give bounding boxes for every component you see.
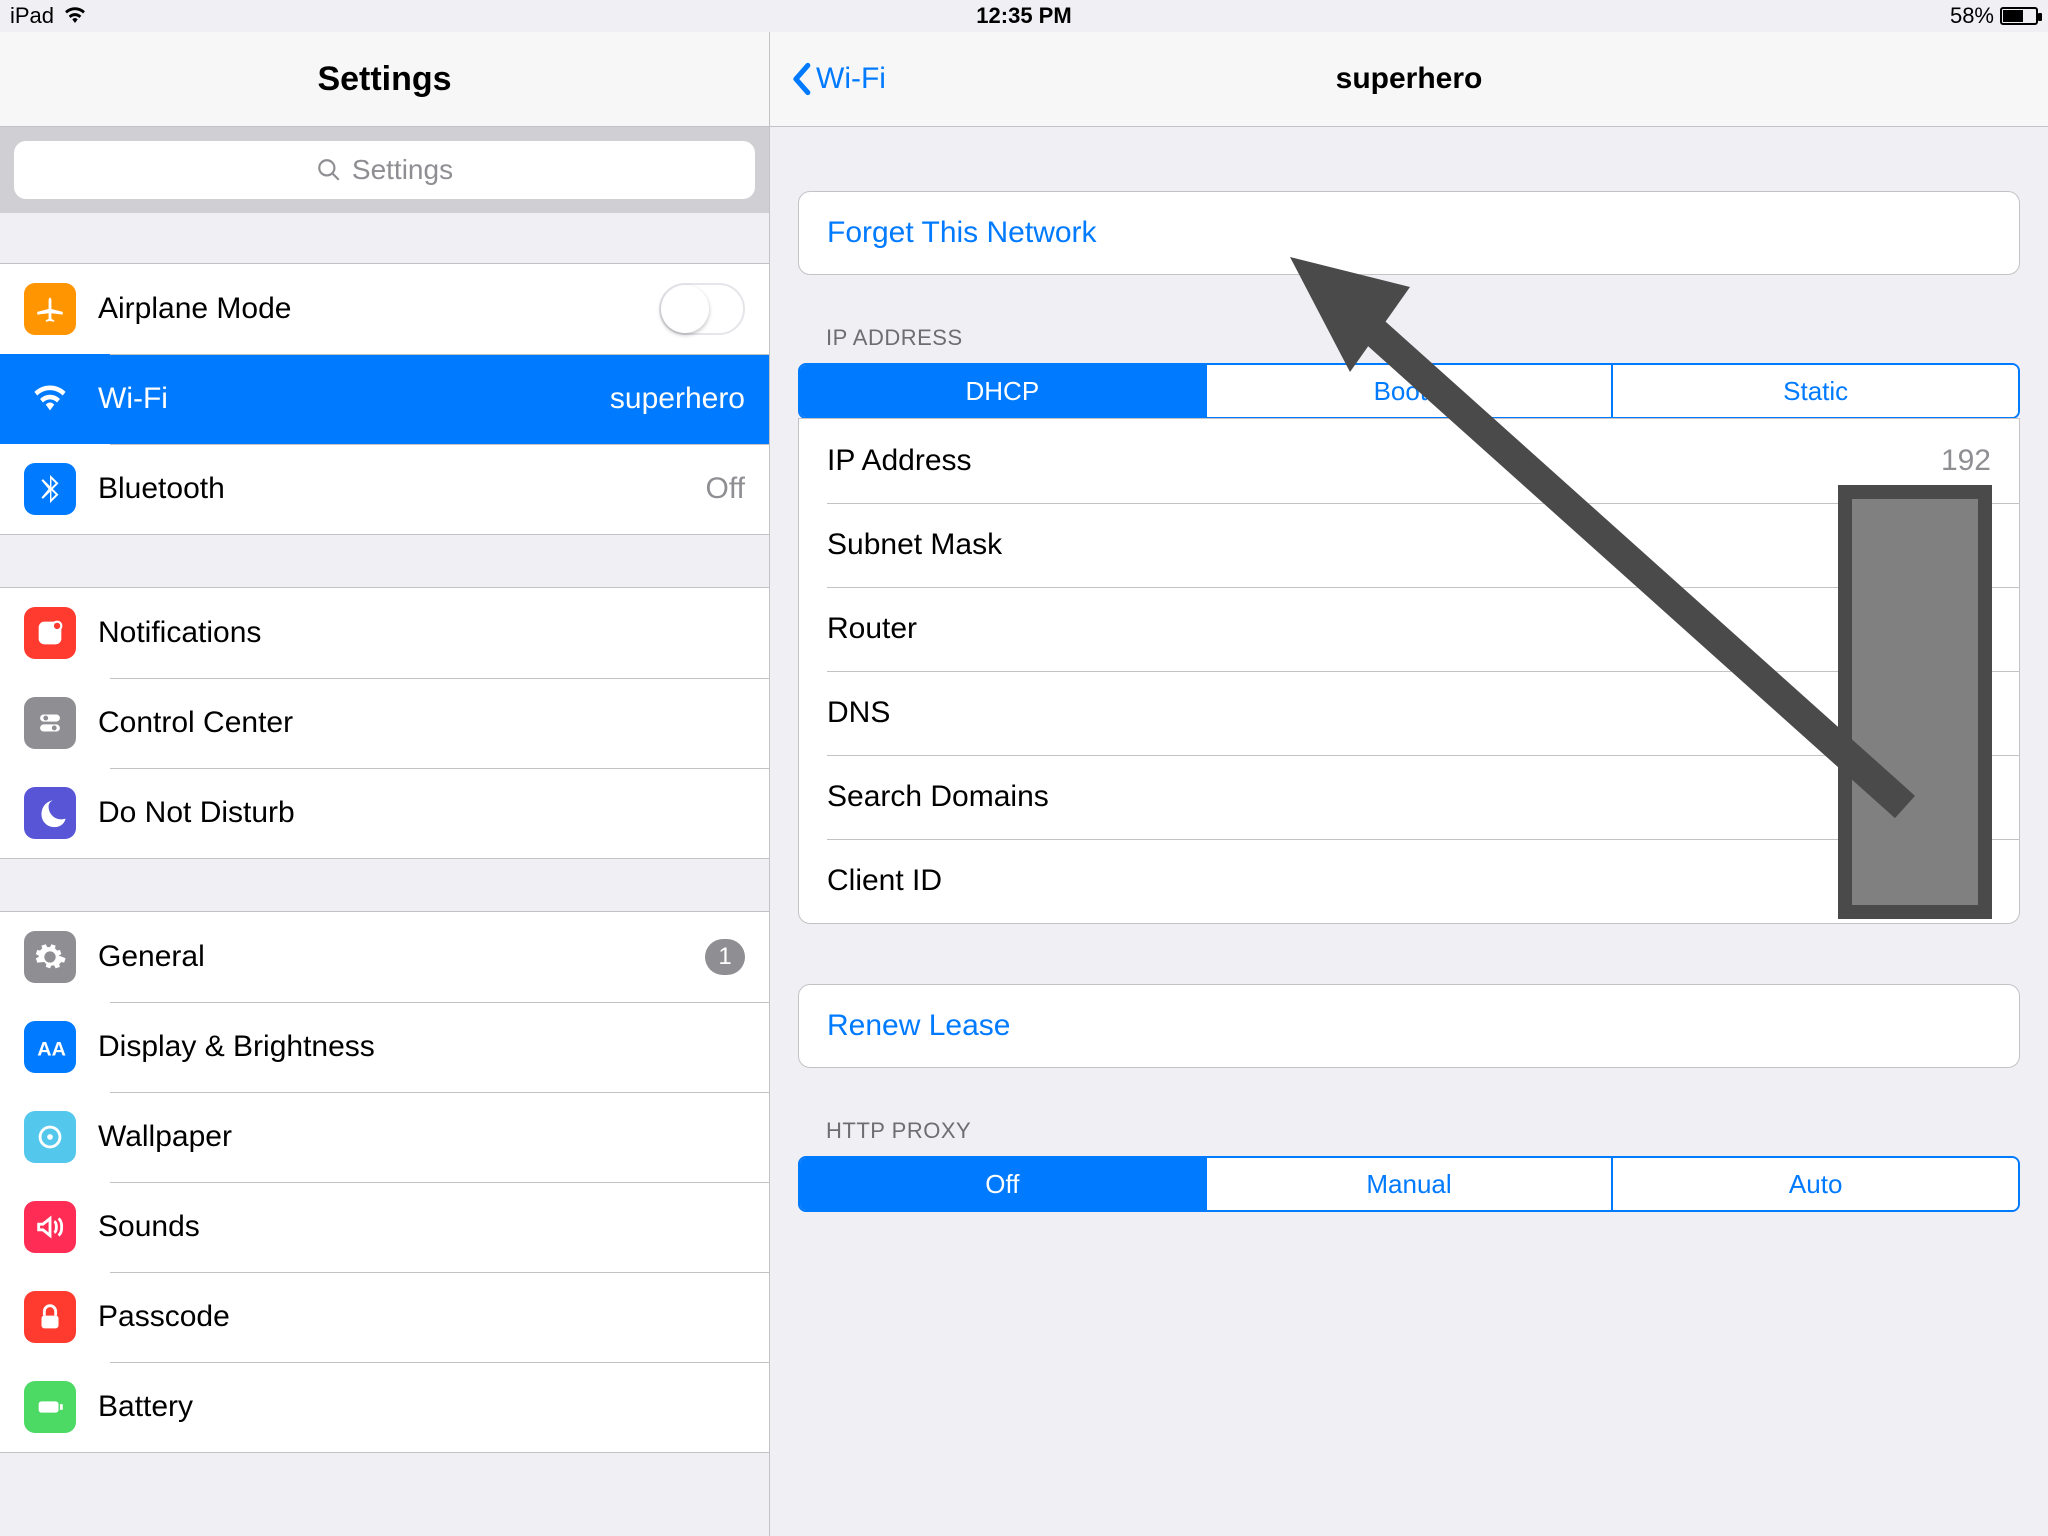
airplane-icon [24, 283, 76, 335]
sidebar-item-label: Wallpaper [98, 1120, 745, 1154]
lock-icon [24, 1291, 76, 1343]
dns-row[interactable]: DNS19 [799, 671, 2019, 755]
ip-mode-segmented[interactable]: DHCP BootP Static [798, 363, 2020, 419]
seg-bootp[interactable]: BootP [1205, 365, 1612, 417]
clock: 12:35 PM [976, 3, 1071, 29]
sidebar-item-wallpaper[interactable]: Wallpaper [0, 1092, 769, 1182]
sidebar-item-label: Control Center [98, 706, 745, 740]
sidebar-item-label: Sounds [98, 1210, 745, 1244]
detail-title: superhero [1336, 62, 1483, 96]
speaker-icon [24, 1201, 76, 1253]
back-label: Wi-Fi [816, 62, 886, 96]
control-center-icon [24, 697, 76, 749]
status-bar: iPad 12:35 PM 58% [0, 0, 2048, 32]
general-badge: 1 [705, 939, 745, 975]
sidebar-item-label: Airplane Mode [98, 292, 637, 326]
seg-proxy-auto[interactable]: Auto [1611, 1158, 2018, 1210]
seg-dhcp[interactable]: DHCP [800, 365, 1205, 417]
battery-icon [2000, 7, 2038, 25]
sidebar-item-passcode[interactable]: Passcode [0, 1272, 769, 1362]
ip-address-header: IP ADDRESS [798, 275, 2020, 363]
sidebar-item-wifi[interactable]: Wi-Fi superhero [0, 354, 769, 444]
detail-pane: Wi-Fi superhero Forget This Network IP A… [770, 32, 2048, 1536]
sidebar-item-battery[interactable]: Battery [0, 1362, 769, 1452]
device-label: iPad [10, 3, 54, 29]
sidebar-item-notifications[interactable]: Notifications [0, 588, 769, 678]
search-placeholder: Settings [352, 154, 453, 186]
sidebar-item-label: General [98, 940, 683, 974]
bluetooth-value: Off [706, 472, 745, 506]
moon-icon [24, 787, 76, 839]
wifi-status-icon [64, 3, 86, 29]
gear-icon [24, 931, 76, 983]
search-input[interactable]: Settings [14, 141, 755, 199]
detail-header: Wi-Fi superhero [770, 32, 2048, 127]
svg-text:AA: AA [37, 1039, 66, 1061]
airplane-toggle[interactable] [659, 283, 745, 335]
forget-network-button[interactable]: Forget This Network [799, 192, 2019, 274]
wifi-icon [24, 373, 76, 425]
display-icon: AA [24, 1021, 76, 1073]
notifications-icon [24, 607, 76, 659]
sidebar-item-label: Passcode [98, 1300, 745, 1334]
subnet-mask-row[interactable]: Subnet Mask255.25 [799, 503, 2019, 587]
ip-address-row[interactable]: IP Address192 [799, 419, 2019, 503]
http-proxy-header: HTTP PROXY [798, 1068, 2020, 1156]
sidebar-item-display[interactable]: AA Display & Brightness [0, 1002, 769, 1092]
sidebar-item-general[interactable]: General 1 [0, 912, 769, 1002]
sidebar-item-control-center[interactable]: Control Center [0, 678, 769, 768]
router-row[interactable]: Router19 [799, 587, 2019, 671]
sidebar-item-label: Bluetooth [98, 472, 684, 506]
settings-sidebar: Settings Settings Airplane Mode Wi-Fi [0, 32, 770, 1536]
seg-static[interactable]: Static [1611, 365, 2018, 417]
client-id-row[interactable]: Client ID [799, 839, 2019, 923]
wallpaper-icon [24, 1111, 76, 1163]
sidebar-item-label: Battery [98, 1390, 745, 1424]
chevron-left-icon [790, 62, 812, 96]
seg-proxy-manual[interactable]: Manual [1205, 1158, 1612, 1210]
seg-proxy-off[interactable]: Off [800, 1158, 1205, 1210]
back-button[interactable]: Wi-Fi [790, 62, 886, 96]
sidebar-item-bluetooth[interactable]: Bluetooth Off [0, 444, 769, 534]
search-icon [316, 157, 342, 183]
bluetooth-icon [24, 463, 76, 515]
proxy-segmented[interactable]: Off Manual Auto [798, 1156, 2020, 1212]
settings-title: Settings [317, 60, 451, 99]
renew-lease-button[interactable]: Renew Lease [799, 985, 2019, 1067]
sidebar-item-airplane[interactable]: Airplane Mode [0, 264, 769, 354]
search-domains-row[interactable]: Search Domains [799, 755, 2019, 839]
settings-header: Settings [0, 32, 769, 127]
sidebar-item-label: Do Not Disturb [98, 796, 745, 830]
sidebar-item-label: Notifications [98, 616, 745, 650]
sidebar-item-label: Wi-Fi [98, 382, 588, 416]
battery-icon [24, 1381, 76, 1433]
sidebar-item-label: Display & Brightness [98, 1030, 745, 1064]
sidebar-item-dnd[interactable]: Do Not Disturb [0, 768, 769, 858]
battery-percent: 58% [1950, 3, 1994, 29]
wifi-value: superhero [610, 382, 745, 416]
sidebar-item-sounds[interactable]: Sounds [0, 1182, 769, 1272]
